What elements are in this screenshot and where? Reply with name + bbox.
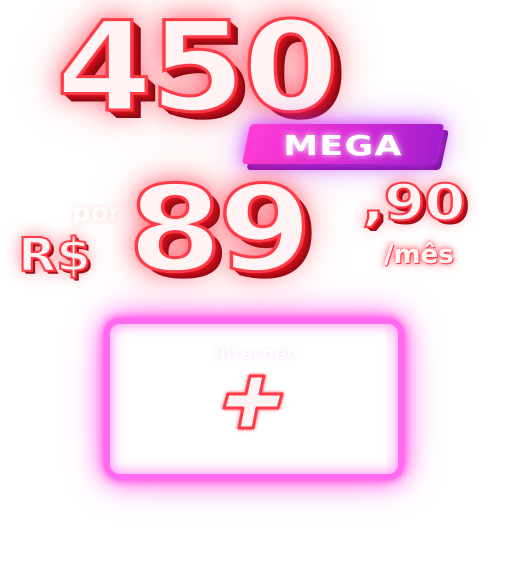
price-cents: ,90	[361, 174, 467, 232]
plan-offer-banner: 450 MEGA por R$ 89 ,90 /mês Internet	[0, 0, 506, 580]
addon-card-title: Internet	[212, 344, 296, 364]
plus-icon	[222, 374, 284, 430]
price-currency: R$	[17, 228, 92, 282]
speed-value: 450	[54, 0, 341, 140]
price-period: /mês	[384, 240, 454, 270]
price-integer: 89	[126, 160, 314, 298]
speed-unit-label: MEGA	[283, 129, 403, 162]
addon-card[interactable]: Internet	[104, 318, 404, 480]
price-prefix: por	[72, 198, 122, 228]
